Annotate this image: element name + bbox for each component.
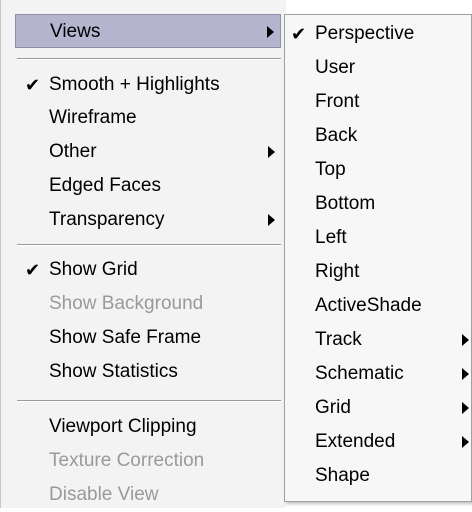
menu-item-transparency[interactable]: Transparency <box>15 203 281 237</box>
menu-item-label: Schematic <box>315 363 404 384</box>
menu-item-other[interactable]: Other <box>15 135 281 169</box>
submenu-item-shape[interactable]: Shape <box>285 459 471 493</box>
menu-item-show-background: Show Background <box>15 287 281 321</box>
menu-item-label: Transparency <box>49 209 165 230</box>
menu-item-label: Left <box>315 227 347 248</box>
submenu-arrow-icon <box>268 146 275 158</box>
submenu-item-grid[interactable]: Grid <box>285 391 471 425</box>
submenu-item-track[interactable]: Track <box>285 323 471 357</box>
checkmark-icon: ✔ <box>291 24 307 44</box>
menu-item-texture-correction: Texture Correction <box>15 444 281 478</box>
menu-item-label: Track <box>315 329 362 350</box>
submenu-arrow-icon <box>462 334 469 346</box>
checkmark-icon: ✔ <box>25 260 41 280</box>
menu-item-edged-faces[interactable]: Edged Faces <box>15 169 281 203</box>
menu-item-show-grid[interactable]: ✔ Show Grid <box>15 253 281 287</box>
checkmark-icon: ✔ <box>25 75 41 95</box>
submenu-item-activeshade[interactable]: ActiveShade <box>285 289 471 323</box>
menu-item-label: ActiveShade <box>315 295 422 316</box>
menu-item-disable-view: Disable View <box>15 478 281 512</box>
menu-separator <box>17 244 281 246</box>
menu-item-label: Grid <box>315 397 351 418</box>
menu-item-label: Right <box>315 261 360 282</box>
submenu-arrow-icon <box>268 214 275 226</box>
menu-item-wireframe[interactable]: Wireframe <box>15 101 281 135</box>
menu-item-label: Bottom <box>315 193 376 214</box>
menu-item-label: Disable View <box>49 484 159 505</box>
menu-item-show-safe-frame[interactable]: Show Safe Frame <box>15 321 281 355</box>
menu-item-label: Show Grid <box>49 259 138 280</box>
submenu-item-top[interactable]: Top <box>285 153 471 187</box>
menu-item-label: Texture Correction <box>49 450 205 471</box>
submenu-item-extended[interactable]: Extended <box>285 425 471 459</box>
menu-item-label: Top <box>315 159 346 180</box>
submenu-item-perspective[interactable]: ✔ Perspective <box>285 17 471 51</box>
submenu-item-right[interactable]: Right <box>285 255 471 289</box>
menu-item-smooth-highlights[interactable]: ✔ Smooth + Highlights <box>15 68 281 102</box>
submenu-item-bottom[interactable]: Bottom <box>285 187 471 221</box>
viewport-context-menu: Views ✔ Smooth + Highlights Wireframe Ot… <box>0 0 286 508</box>
menu-separator <box>17 400 281 402</box>
submenu-item-user[interactable]: User <box>285 51 471 85</box>
submenu-item-left[interactable]: Left <box>285 221 471 255</box>
views-submenu: ✔ Perspective User Front Back Top Bottom… <box>284 14 472 502</box>
menu-item-views[interactable]: Views <box>15 14 281 48</box>
menu-item-label: Views <box>50 21 101 42</box>
menu-item-show-statistics[interactable]: Show Statistics <box>15 355 281 389</box>
menu-item-label: Extended <box>315 431 396 452</box>
menu-item-label: Back <box>315 125 358 146</box>
menu-item-label: Viewport Clipping <box>49 416 197 437</box>
menu-item-label: Shape <box>315 465 370 486</box>
menu-item-label: Edged Faces <box>49 175 161 196</box>
menu-item-label: Wireframe <box>49 107 137 128</box>
submenu-arrow-icon <box>462 402 469 414</box>
menu-item-label: User <box>315 57 356 78</box>
menu-item-label: Front <box>315 91 360 112</box>
menu-separator <box>17 58 281 60</box>
menu-item-label: Perspective <box>315 23 415 44</box>
submenu-arrow-icon <box>462 436 469 448</box>
menu-item-viewport-clipping[interactable]: Viewport Clipping <box>15 410 281 444</box>
submenu-item-back[interactable]: Back <box>285 119 471 153</box>
menu-item-label: Show Background <box>49 293 204 314</box>
submenu-item-front[interactable]: Front <box>285 85 471 119</box>
menu-item-label: Smooth + Highlights <box>49 74 220 95</box>
submenu-arrow-icon <box>267 26 274 38</box>
submenu-item-schematic[interactable]: Schematic <box>285 357 471 391</box>
menu-item-label: Show Statistics <box>49 361 178 382</box>
menu-item-label: Other <box>49 141 97 162</box>
submenu-arrow-icon <box>462 368 469 380</box>
menu-item-label: Show Safe Frame <box>49 327 202 348</box>
